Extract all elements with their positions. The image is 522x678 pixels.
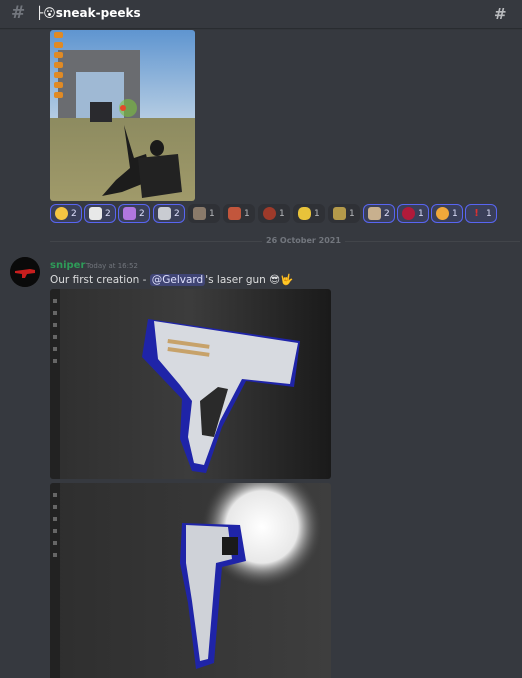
- swirl-icon: [436, 207, 449, 220]
- reaction-count: 1: [349, 208, 355, 219]
- reaction-count: 1: [452, 208, 458, 219]
- reaction-swirl[interactable]: 1: [431, 204, 463, 223]
- channel-header: # ├😮sneak-peeks #: [0, 0, 522, 28]
- reaction-red-circle[interactable]: 1: [397, 204, 429, 223]
- attachment-image-scene[interactable]: [50, 30, 195, 201]
- reaction-count: 2: [139, 208, 145, 219]
- attachment-image-laser-gun-1[interactable]: [50, 289, 331, 479]
- reaction-exclaim[interactable]: ! 1: [465, 204, 497, 223]
- reaction-count: 1: [418, 208, 424, 219]
- reaction-face-2[interactable]: 1: [223, 204, 255, 223]
- reaction-count: 1: [209, 208, 215, 219]
- reaction-count: 1: [279, 208, 285, 219]
- reaction-banana[interactable]: 1: [293, 204, 325, 223]
- avatar[interactable]: [10, 257, 40, 287]
- reaction-sunglasses[interactable]: 2: [50, 204, 82, 223]
- message-timestamp: Today at 16:52: [86, 262, 138, 270]
- reaction-car[interactable]: 2: [153, 204, 185, 223]
- date-divider-label: 26 October 2021: [262, 236, 345, 245]
- reaction-count: 2: [384, 208, 390, 219]
- reaction-dancer[interactable]: 1: [328, 204, 360, 223]
- reaction-count: 2: [71, 208, 77, 219]
- face-icon: [263, 207, 276, 220]
- reaction-face-1[interactable]: 1: [188, 204, 220, 223]
- reaction-dog[interactable]: 2: [363, 204, 395, 223]
- reaction-triangle[interactable]: 2: [118, 204, 150, 223]
- reaction-count: 1: [486, 208, 492, 219]
- sunglasses-icon: [55, 207, 68, 220]
- message-author[interactable]: sniper: [50, 260, 85, 271]
- hash-icon: #: [11, 3, 26, 23]
- reactions-bar: 2 2 2 2 1 1 1 1 1 2 1 1 ! 1: [50, 204, 520, 224]
- face-icon: [228, 207, 241, 220]
- message-text: Our first creation -: [50, 274, 150, 286]
- reaction-ghost[interactable]: 2: [84, 204, 116, 223]
- message-text: 's laser gun 😎🤟: [205, 274, 294, 286]
- reaction-face-3[interactable]: 1: [258, 204, 290, 223]
- red-circle-icon: [402, 207, 415, 220]
- dog-icon: [368, 207, 381, 220]
- exclaim-icon: !: [474, 208, 479, 219]
- car-icon: [158, 207, 171, 220]
- reaction-count: 2: [105, 208, 111, 219]
- dancer-icon: [333, 207, 346, 220]
- reaction-count: 2: [174, 208, 180, 219]
- face-icon: [193, 207, 206, 220]
- reaction-count: 1: [244, 208, 250, 219]
- user-mention[interactable]: @Gelvard: [149, 274, 206, 286]
- reaction-count: 1: [314, 208, 320, 219]
- threads-icon[interactable]: #: [494, 5, 512, 23]
- banana-icon: [298, 207, 311, 220]
- attachment-image-laser-gun-2[interactable]: [50, 483, 331, 678]
- channel-name: ├😮sneak-peeks: [36, 6, 141, 20]
- message-content: Our first creation - @Gelvard's laser gu…: [50, 273, 293, 286]
- triangle-icon: [123, 207, 136, 220]
- ghost-icon: [89, 207, 102, 220]
